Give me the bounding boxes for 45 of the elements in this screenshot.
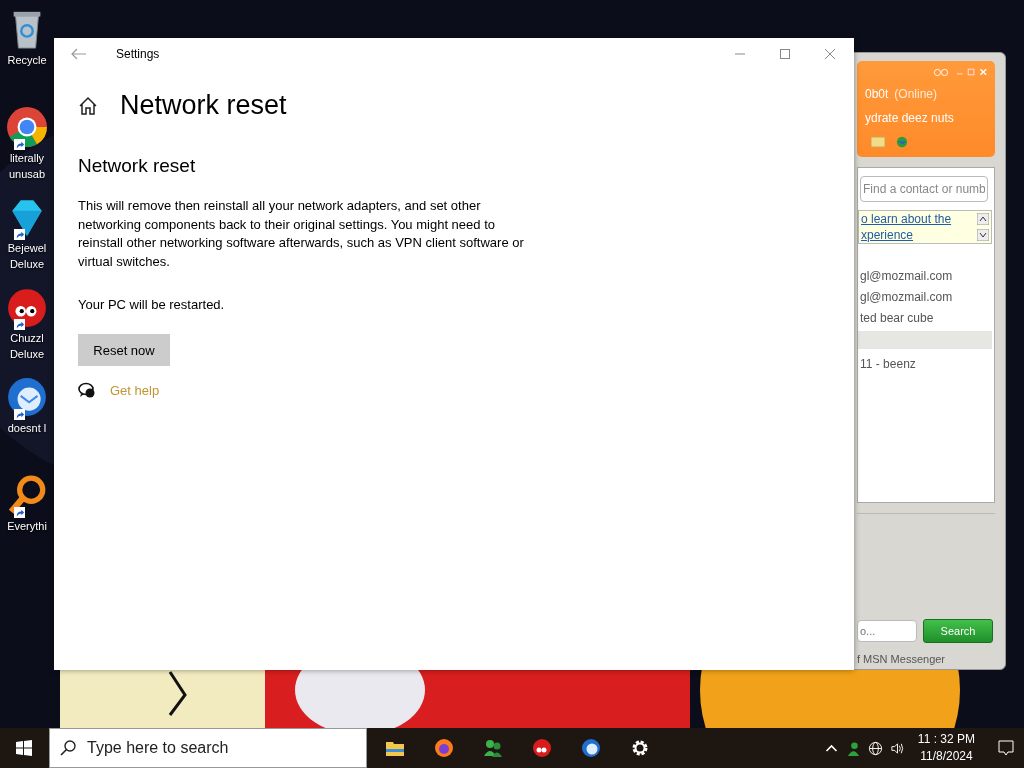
settings-icon[interactable] [630,738,650,758]
desktop-icon-label[interactable]: Everythi [7,518,47,534]
contact-entry[interactable]: gl@mozmail.com [858,266,992,287]
back-arrow-icon[interactable] [71,48,87,60]
contact-search-field[interactable]: Find a contact or numb [860,176,988,202]
learn-more-link[interactable]: o learn about the xperience [859,211,952,243]
windows-start-icon[interactable] [16,740,32,756]
reset-now-button[interactable]: Reset now [78,334,170,366]
maximize-icon[interactable] [780,49,790,59]
taskbar-search-field[interactable]: Type here to search [49,728,367,768]
close-icon[interactable] [825,49,835,59]
description-text: This will remove then reinstall all your network adapters, and set other networking components back to their original settings. You might need to reinstall other networking software afterwards, such as VPN client software or virtual switches. [78,197,525,271]
web-search-field[interactable]: o... [857,620,917,642]
desktop-icon-label[interactable]: doesnt l [7,420,47,436]
globe-icon[interactable] [867,740,883,756]
fuzzball-icon[interactable] [532,738,552,758]
fuzzball-icon[interactable] [6,286,48,328]
page-heading: Network reset [120,90,287,121]
firefox-icon[interactable] [434,738,454,758]
section-title: Network reset [78,155,196,177]
contact-entry[interactable]: 11 - beenz [858,354,992,375]
restart-note: Your PC will be restarted. [78,297,225,312]
person-icon[interactable] [845,740,861,756]
mail-bird-icon[interactable] [581,738,601,758]
help-chat-icon[interactable] [78,382,96,398]
clock-time[interactable]: 11 : 32 PM [917,731,975,748]
notification-icon[interactable] [998,740,1014,756]
window-title: Settings [116,47,160,61]
desktop-icon-label[interactable]: Recycle [7,52,47,68]
magnifier-icon[interactable] [6,474,48,516]
footer-text: f MSN Messenger [857,653,947,665]
chrome-icon[interactable] [6,106,48,148]
search-icon [60,740,76,756]
scroll-up-icon[interactable] [977,213,989,225]
buddies-icon[interactable] [483,738,503,758]
volume-icon[interactable] [889,740,905,756]
scroll-down-icon[interactable] [977,229,989,241]
desktop-icon-label[interactable]: Chuzzl Deluxe [9,330,45,362]
desktop-icon-label[interactable]: Bejewel Deluxe [7,240,47,272]
contact-entry[interactable]: ted bear cube [858,308,992,329]
desktop-icon-label[interactable]: literally unusab [8,150,46,182]
contact-entry[interactable]: gl@mozmail.com [858,287,992,308]
mail-bird-icon[interactable] [6,376,48,418]
clock-date[interactable]: 11/8/2024 [920,748,973,765]
home-icon[interactable] [78,95,98,116]
